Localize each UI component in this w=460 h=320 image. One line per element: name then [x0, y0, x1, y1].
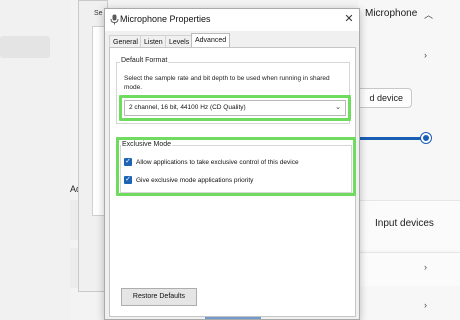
exclusive-priority-checkbox[interactable]: ✓ — [124, 176, 132, 184]
dialog-titlebar[interactable]: Microphone Properties ✕ — [105, 9, 359, 31]
input-devices-label: Input devices — [375, 218, 434, 229]
volume-slider-track[interactable] — [358, 137, 428, 140]
advanced-tab-panel: Default Format Select the sample rate an… — [109, 47, 356, 317]
default-format-label: Default Format — [120, 57, 169, 64]
device-row[interactable] — [358, 252, 460, 286]
microphone-section-title: Microphone — [365, 8, 418, 19]
sidebar-selected-item[interactable] — [0, 36, 50, 58]
close-icon[interactable]: ✕ — [341, 11, 357, 27]
allow-exclusive-checkbox[interactable]: ✓ — [124, 158, 132, 166]
exclusive-priority-label: Give exclusive mode applications priorit… — [136, 176, 254, 184]
sound-dialog-title: Se — [94, 10, 103, 17]
dialog-title: Microphone Properties — [120, 14, 211, 24]
chevron-right-icon[interactable]: › — [424, 300, 427, 310]
exclusive-mode-label: Exclusive Mode — [121, 141, 173, 148]
chevron-right-icon[interactable]: › — [424, 50, 427, 60]
sample-rate-select[interactable]: 2 channel, 16 bit, 44100 Hz (CD Quality)… — [124, 100, 346, 116]
default-format-description: Select the sample rate and bit depth to … — [124, 75, 330, 91]
footer-indicator — [205, 317, 261, 319]
chevron-up-icon[interactable]: ︿ — [424, 8, 433, 21]
sample-rate-value: 2 channel, 16 bit, 44100 Hz (CD Quality) — [129, 104, 246, 111]
restore-defaults-button[interactable]: Restore Defaults — [121, 288, 197, 306]
volume-slider-thumb[interactable] — [421, 133, 431, 143]
chevron-right-icon[interactable]: › — [424, 262, 427, 272]
chevron-down-icon: ⌄ — [335, 104, 341, 111]
microphone-properties-dialog: Microphone Properties ✕ General Listen L… — [104, 8, 360, 320]
exclusive-priority-option[interactable]: ✓ Give exclusive mode applications prior… — [124, 174, 253, 186]
microphone-icon — [110, 14, 119, 25]
allow-exclusive-label: Allow applications to take exclusive con… — [136, 158, 299, 166]
allow-exclusive-control-option[interactable]: ✓ Allow applications to take exclusive c… — [124, 156, 299, 168]
